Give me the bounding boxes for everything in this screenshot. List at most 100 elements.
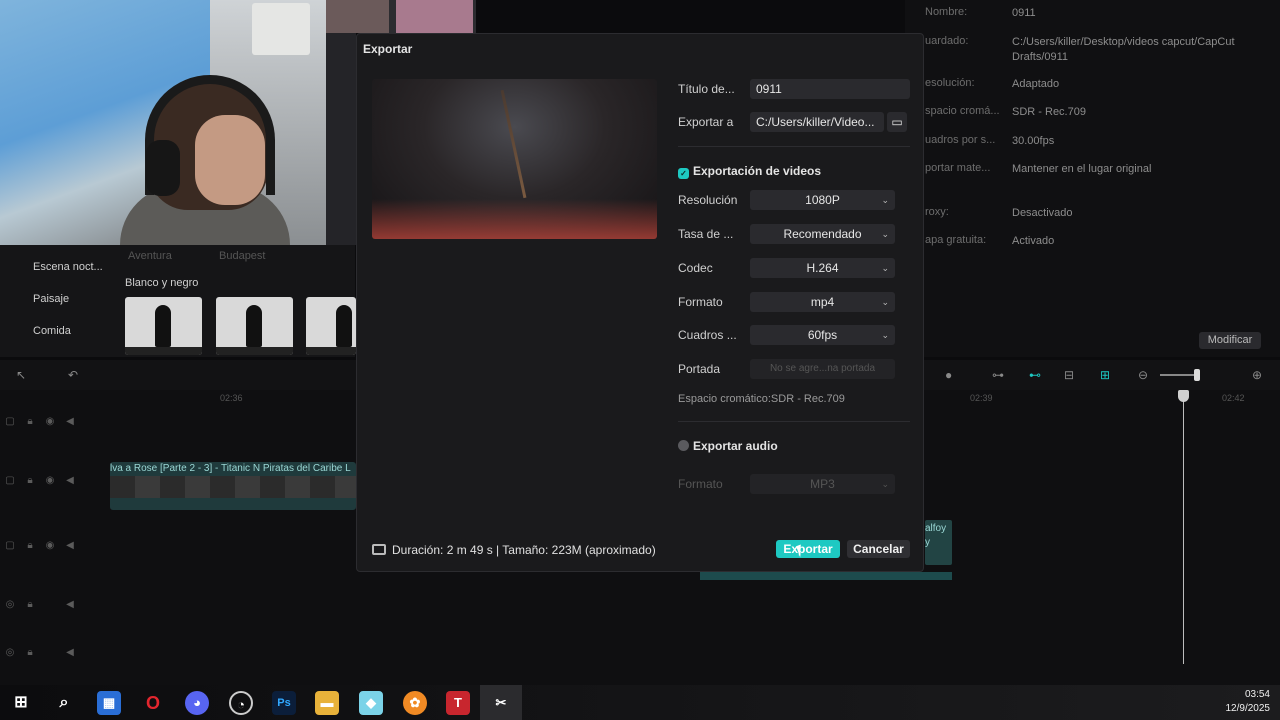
bitrate-select[interactable]: Recomendado ⌄ [750,224,895,244]
split-icon[interactable]: ⊟ [1064,368,1074,382]
screen: Aventura Budapest Escena noct... Paisaje… [0,0,1280,720]
magnet-icon[interactable]: ⊷ [1029,368,1041,382]
capcut-icon[interactable]: ✂ [489,691,513,715]
track-icon[interactable]: ▢ [0,416,20,427]
audio-clip[interactable] [700,572,952,580]
microphone-icon[interactable]: ● [945,368,952,382]
eye-icon[interactable]: ◉ [40,540,60,551]
filter-thumbnail[interactable] [125,297,202,355]
filter-tab-aventura[interactable]: Aventura [128,250,172,262]
file-explorer-icon[interactable]: ▬ [315,691,339,715]
export-button[interactable]: Exportar [776,540,840,558]
opera-icon[interactable]: O [141,691,165,715]
track-controls: ▢ 🔒︎ ◉ ◀ [0,475,108,486]
eye-icon[interactable]: ◉ [40,416,60,427]
clock-date: 12/9/2025 [1225,703,1271,714]
export-summary-text: Duración: 2 m 49 s | Tamaño: 223M (aprox… [392,543,656,557]
speaker-icon[interactable]: ◀ [60,475,80,486]
speaker-icon[interactable]: ◀ [60,416,80,427]
color-space-info: Espacio cromático:SDR - Rec.709 [678,393,845,405]
prop-label: roxy: [925,206,949,218]
resolution-select[interactable]: 1080P ⌄ [750,190,895,210]
discord-icon[interactable]: ◕ [185,691,209,715]
framerate-value: 60fps [807,328,838,342]
prop-value: C:/Users/killer/Desktop/videos capcut/Ca… [1012,36,1235,63]
playhead-handle[interactable] [1178,390,1189,402]
prop-label: portar mate... [925,162,991,174]
link-icon[interactable]: ⊶ [992,368,1004,382]
category-landscape[interactable]: Paisaje [33,293,69,305]
checkbox-checked-icon[interactable]: ✓ [678,168,689,179]
track-icon[interactable]: ▢ [0,475,20,486]
filter-tab-budapest[interactable]: Budapest [219,250,265,262]
photoshop-icon[interactable]: Ps [272,691,296,715]
prop-value: Activado [1012,235,1055,247]
cancel-button[interactable]: Cancelar [847,540,910,558]
title-input[interactable]: 0911 [750,79,910,99]
filter-thumbnail[interactable] [306,297,356,355]
speedometer-icon[interactable]: ◔ [229,691,253,715]
eye-icon[interactable]: ◉ [40,475,60,486]
zoom-slider-handle[interactable] [1194,369,1200,381]
track-icon[interactable]: ▢ [0,540,20,551]
title-label: Título de... [678,82,735,96]
codec-select[interactable]: H.264 ⌄ [750,258,895,278]
speaker-icon[interactable]: ◀ [60,599,80,610]
track-controls: ▢ 🔒︎ ◉ ◀ [0,540,108,551]
prop-value: 0911 [1012,7,1036,19]
lock-icon[interactable]: 🔒︎ [20,540,40,551]
category-night-scene[interactable]: Escena noct... [33,261,103,273]
cover-select: No se agre...na portada [750,359,895,379]
divider [678,146,910,147]
speaker-icon[interactable]: ◀ [60,540,80,551]
audio-format-label: Formato [678,477,723,491]
audio-export-toggle[interactable]: Exportar audio [678,439,778,453]
store-icon[interactable]: ▦ [97,691,121,715]
cover-label: Portada [678,362,721,376]
lock-icon[interactable]: 🔒︎ [20,647,40,658]
speaker-icon[interactable]: ◀ [60,647,80,658]
export-path-input[interactable]: C:/Users/killer/Video... [750,112,884,132]
preview-axis-icon[interactable]: ⊞ [1100,368,1110,382]
video-export-toggle[interactable]: ✓ Exportación de videos [678,164,821,179]
search-icon[interactable]: ⌕ [52,691,76,715]
clip-label: lva a Rose [Parte 2 - 3] - Titanic N Pir… [110,463,351,474]
fl-studio-icon[interactable]: ✿ [403,691,427,715]
app-icon[interactable]: ◆ [359,691,383,715]
checkbox-unchecked-icon[interactable] [678,440,689,451]
clip-label: alfoy y [925,523,947,548]
track-icon[interactable]: ◎ [0,599,20,610]
zoom-out-icon[interactable]: ⊖ [1138,368,1148,382]
lock-icon[interactable]: 🔒︎ [20,416,40,427]
undo-icon[interactable]: ↶ [68,368,78,382]
prop-value: 30.00fps [1012,135,1055,147]
video-clip[interactable]: alfoy y [925,520,952,565]
zoom-in-icon[interactable]: ⊕ [1252,368,1262,382]
video-clip[interactable]: lva a Rose [Parte 2 - 3] - Titanic N Pir… [110,462,356,510]
category-food[interactable]: Comida [33,325,71,337]
select-cursor-icon[interactable]: ↖ [16,368,26,382]
prop-label: apa gratuita: [925,234,987,246]
windows-start-icon[interactable]: ⊞ [9,691,33,715]
playhead[interactable] [1183,392,1184,664]
section-title: Blanco y negro [125,277,199,289]
chevron-down-icon: ⌄ [881,479,889,489]
video-export-label: Exportación de videos [693,164,822,178]
prop-label: uadros por s... [925,134,996,146]
framerate-select[interactable]: 60fps ⌄ [750,325,895,345]
track-icon[interactable]: ◎ [0,647,20,658]
system-clock[interactable]: 03:54 12/9/2025 [1226,688,1271,716]
lock-icon[interactable]: 🔒︎ [20,599,40,610]
format-value: mp4 [810,295,835,309]
filter-thumbnail[interactable] [216,297,293,355]
game-icon[interactable]: T [446,691,470,715]
export-dialog: Exportar Título de... 0911 Exportar a C:… [356,33,924,572]
media-thumbnails [326,0,476,33]
folder-icon[interactable]: ▭ [887,112,907,132]
modify-button[interactable]: Modificar [1199,332,1261,349]
format-select[interactable]: mp4 ⌄ [750,292,895,312]
audio-format-select: MP3 ⌄ [750,474,895,494]
ruler-tick: 02:42 [1222,393,1245,403]
track-controls: ◎ 🔒︎ ◀ [0,599,108,610]
lock-icon[interactable]: 🔒︎ [20,475,40,486]
